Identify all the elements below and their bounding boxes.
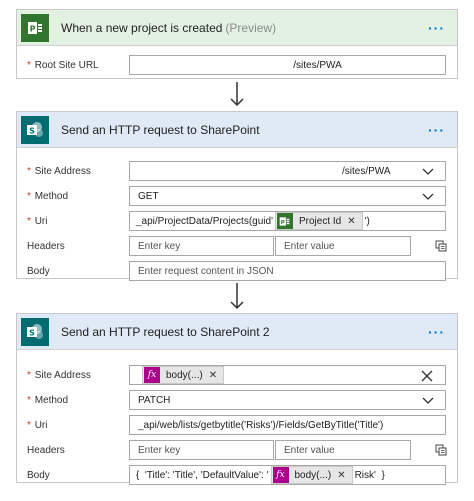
body-token-label: body(...): [294, 469, 332, 481]
uri-value: _api/web/lists/getbytitle('Risks')/Field…: [138, 419, 384, 431]
body-expression-token[interactable]: fx body(...) ✕: [270, 466, 353, 484]
body-row: Body { 'Title': 'Title', 'DefaultValue':…: [17, 463, 457, 488]
project-icon: P: [276, 213, 293, 229]
site-address-row: * Site Address fx body(...) ✕: [17, 363, 457, 388]
switch-to-text-mode-icon[interactable]: [435, 444, 447, 456]
svg-text:S: S: [29, 328, 35, 337]
header-key-placeholder: Enter key: [138, 240, 181, 252]
trigger-card: P When a new project is created (Preview)…: [16, 9, 458, 79]
http-request-card-header[interactable]: S Send an HTTP request to SharePoint ···: [17, 112, 457, 148]
clear-icon[interactable]: [421, 370, 433, 382]
project-icon: P: [21, 13, 49, 42]
body-label: Body: [27, 470, 50, 481]
uri-suffix-text: '): [364, 215, 370, 227]
http-request-card-2-header[interactable]: S Send an HTTP request to SharePoint 2 ·…: [17, 314, 457, 350]
trigger-title: When a new project is created (Preview): [61, 21, 428, 35]
method-row: * Method GET: [17, 184, 457, 209]
root-site-url-input[interactable]: /sites/PWA: [129, 55, 446, 75]
headers-label: Headers: [27, 241, 65, 252]
body-expression-token[interactable]: fx body(...) ✕: [142, 366, 225, 384]
svg-text:S: S: [29, 126, 35, 135]
header-key-placeholder: Enter key: [138, 444, 181, 456]
method-dropdown[interactable]: PATCH: [129, 390, 446, 410]
uri-input[interactable]: _api/web/lists/getbytitle('Risks')/Field…: [129, 415, 446, 435]
root-site-url-value: /sites/PWA: [293, 59, 342, 71]
svg-text:P: P: [30, 24, 36, 33]
trigger-title-text: When a new project is created: [61, 20, 223, 35]
uri-prefix-text: _api/ProjectData/Projects(guid': [136, 215, 273, 227]
preview-label: (Preview): [225, 20, 277, 35]
header-key-input[interactable]: Enter key: [129, 440, 274, 460]
sharepoint-icon: S: [21, 317, 49, 346]
chevron-down-icon: [422, 168, 434, 175]
body-token-label: body(...): [166, 369, 203, 381]
method-value: GET: [138, 190, 159, 202]
body-label: Body: [27, 266, 50, 277]
flow-arrow-icon: [230, 283, 244, 310]
trigger-card-header[interactable]: P When a new project is created (Preview)…: [17, 10, 457, 46]
site-address-row: * Site Address /sites/PWA: [17, 159, 457, 184]
sharepoint-icon: S: [21, 115, 49, 144]
site-address-label: * Site Address: [27, 370, 91, 381]
site-address-dropdown[interactable]: /sites/PWA: [129, 161, 446, 181]
uri-row: * Uri _api/web/lists/getbytitle('Risks')…: [17, 413, 457, 438]
chevron-down-icon: [422, 397, 434, 404]
root-site-url-label: * Root Site URL: [27, 60, 99, 71]
header-value-input[interactable]: Enter value: [275, 440, 411, 460]
method-value: PATCH: [138, 394, 171, 406]
method-label: * Method: [27, 395, 69, 406]
project-id-token[interactable]: P Project Id ✕: [274, 212, 363, 230]
remove-token-icon[interactable]: ✕: [337, 470, 345, 481]
remove-token-icon[interactable]: ✕: [209, 370, 217, 381]
http-request-title: Send an HTTP request to SharePoint: [61, 122, 260, 137]
svg-text:P: P: [281, 219, 285, 225]
chevron-down-icon: [422, 193, 434, 200]
header-value-input[interactable]: Enter value: [275, 236, 411, 256]
uri-label: * Uri: [27, 216, 48, 227]
body-prefix-text: { 'Title': 'Title', 'DefaultValue': ': [136, 469, 269, 481]
site-address-value: /sites/PWA: [342, 165, 391, 177]
flow-arrow-icon: [230, 82, 244, 107]
uri-label: * Uri: [27, 420, 48, 431]
body-suffix-text: Risk' }: [354, 469, 385, 481]
header-value-placeholder: Enter value: [284, 240, 335, 252]
body-row: Body Enter request content in JSON: [17, 259, 457, 284]
headers-row: Headers Enter key Enter value: [17, 234, 457, 259]
header-value-placeholder: Enter value: [284, 444, 335, 456]
remove-token-icon[interactable]: ✕: [347, 216, 355, 227]
switch-to-text-mode-icon[interactable]: [435, 240, 447, 252]
site-address-input[interactable]: fx body(...) ✕: [129, 365, 446, 385]
fx-expression-icon: fx: [272, 467, 289, 483]
body-input[interactable]: { 'Title': 'Title', 'DefaultValue': ' fx…: [129, 465, 446, 485]
http-request-card: S Send an HTTP request to SharePoint ···…: [16, 111, 458, 281]
method-dropdown[interactable]: GET: [129, 186, 446, 206]
method-label: * Method: [27, 191, 69, 202]
headers-row: Headers Enter key Enter value: [17, 438, 457, 463]
site-address-label: * Site Address: [27, 166, 91, 177]
body-input[interactable]: Enter request content in JSON: [129, 261, 446, 281]
uri-row: * Uri _api/ProjectData/Projects(guid' P …: [17, 209, 457, 234]
more-options-icon[interactable]: ···: [428, 324, 445, 340]
uri-input[interactable]: _api/ProjectData/Projects(guid' P Projec…: [129, 211, 446, 231]
headers-label: Headers: [27, 445, 65, 456]
body-placeholder: Enter request content in JSON: [138, 265, 274, 277]
fx-expression-icon: fx: [144, 367, 160, 383]
http-request-2-title: Send an HTTP request to SharePoint 2: [61, 324, 270, 339]
http-request-card-2: S Send an HTTP request to SharePoint 2 ·…: [16, 313, 458, 485]
method-row: * Method PATCH: [17, 388, 457, 413]
more-options-icon[interactable]: ···: [428, 122, 445, 138]
root-site-url-row: * Root Site URL /sites/PWA: [17, 53, 457, 78]
header-key-input[interactable]: Enter key: [129, 236, 274, 256]
project-id-token-label: Project Id: [298, 215, 342, 227]
more-options-icon[interactable]: ···: [428, 20, 445, 36]
